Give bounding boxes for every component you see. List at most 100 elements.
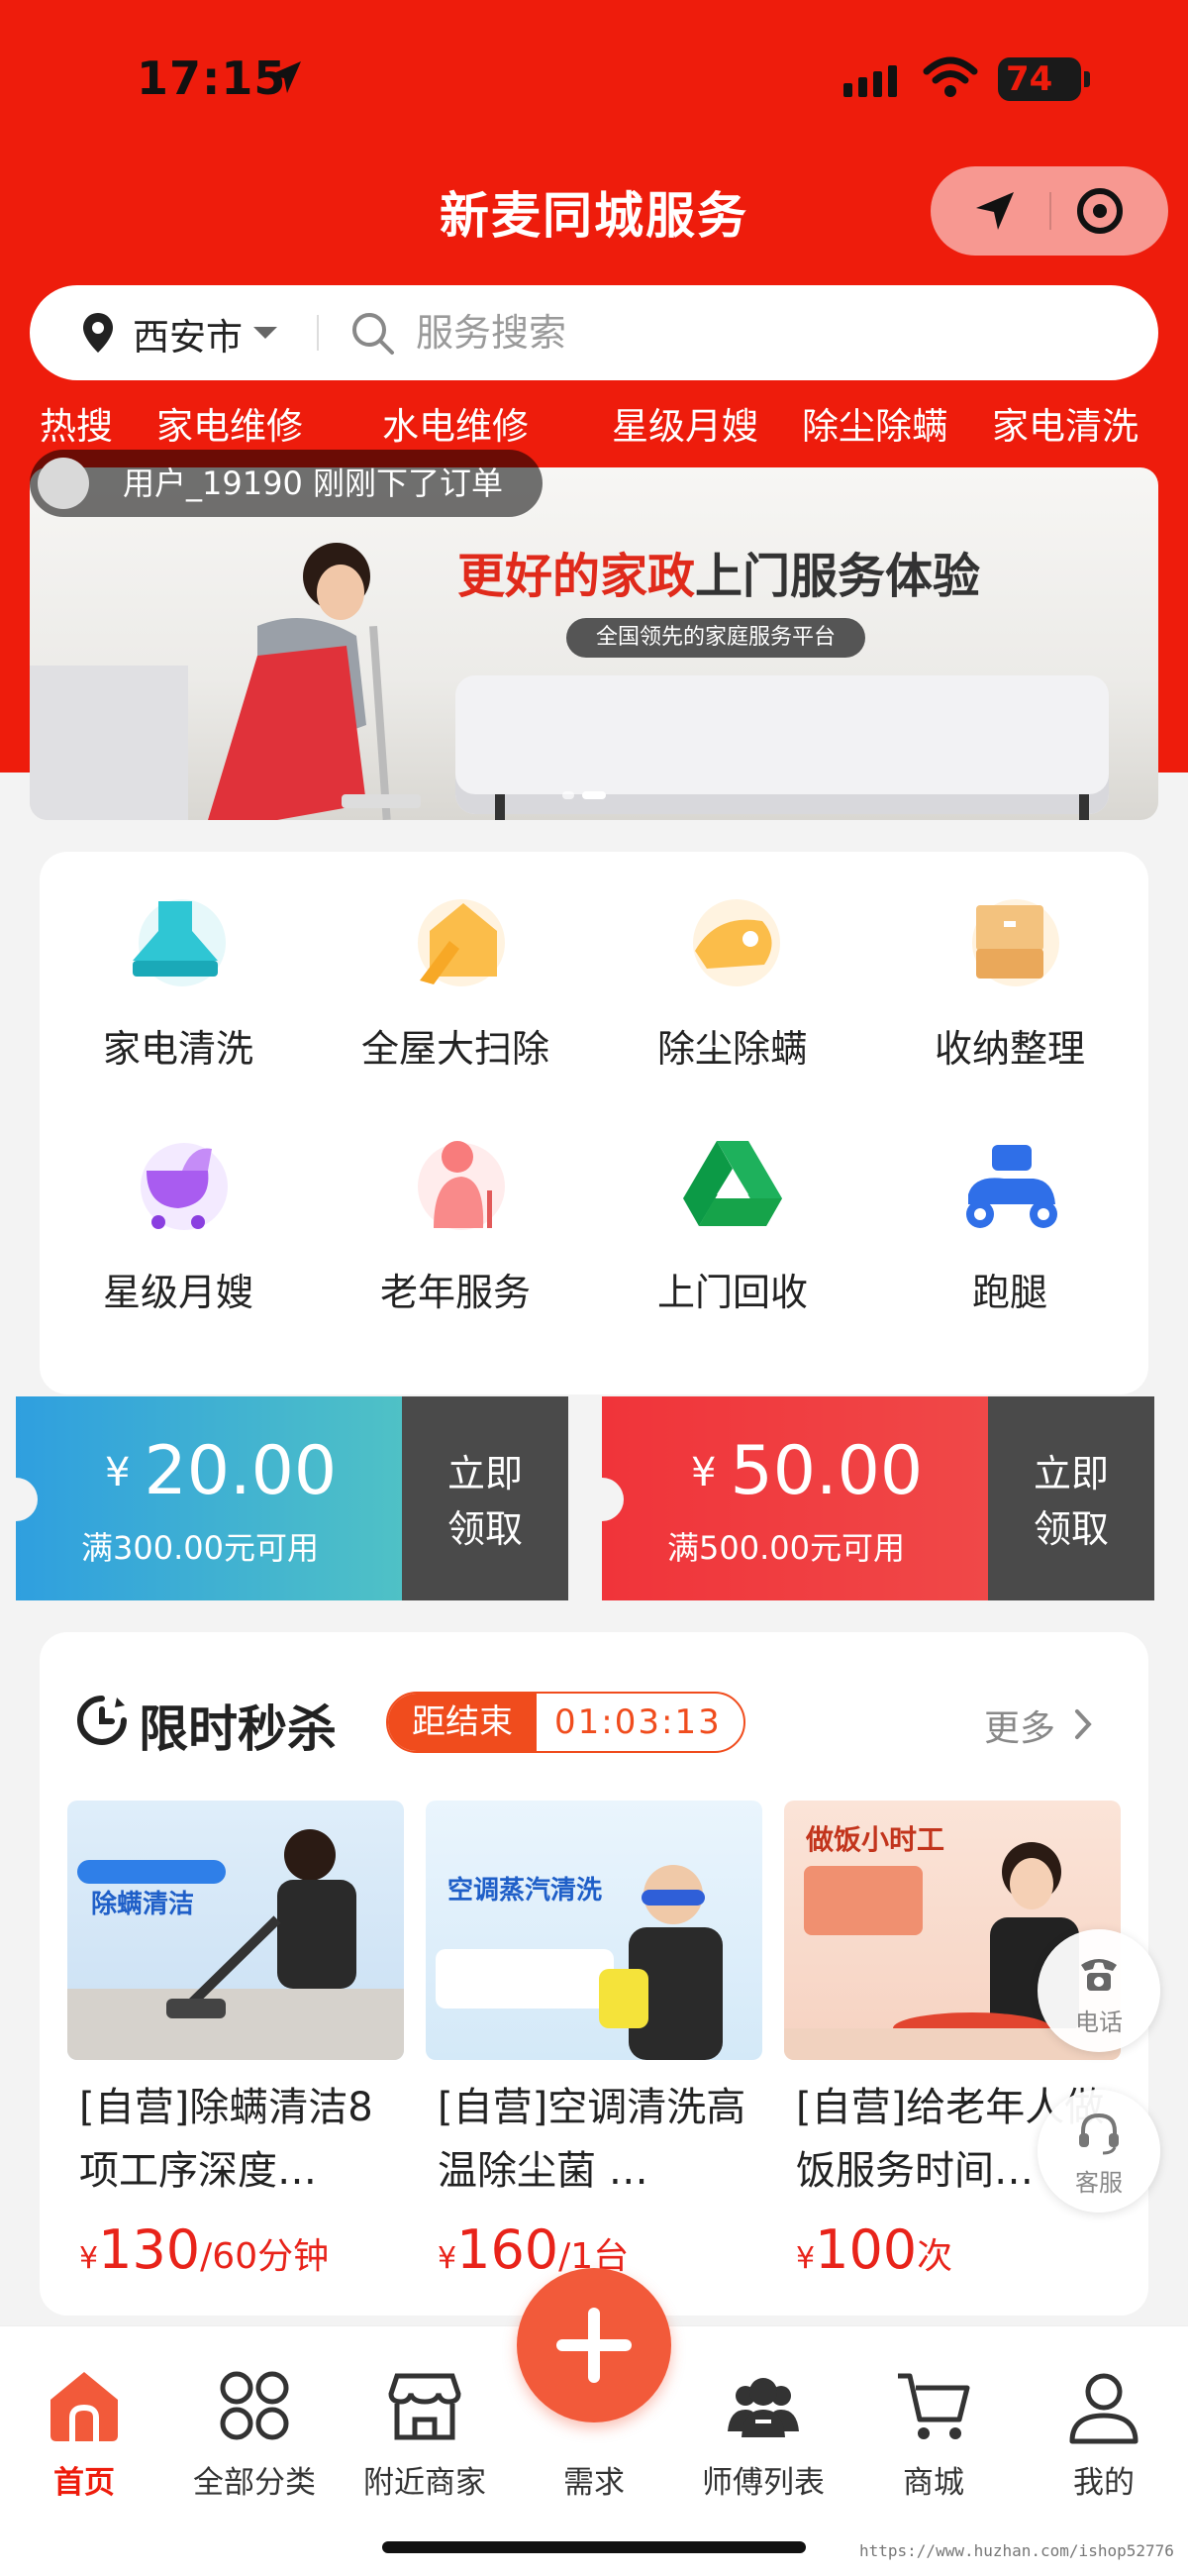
hot-tag[interactable]: 除尘除螨 [802, 396, 948, 450]
search-bar[interactable]: 西安市 [30, 285, 1158, 380]
category-item[interactable]: 全屋大扫除 [317, 852, 594, 1089]
map-pin-icon[interactable] [81, 311, 115, 355]
tab-home[interactable]: 首页 [0, 2366, 168, 2505]
user-icon [1069, 2373, 1138, 2444]
workers-icon [728, 2378, 799, 2437]
coupon-value-area: ¥50.00 满500.00元可用 [602, 1396, 988, 1600]
tab-profile[interactable]: 我的 [1020, 2366, 1188, 2505]
tab-label: 商城 [903, 2465, 964, 2501]
category-item[interactable]: 收纳整理 [871, 852, 1148, 1089]
product-card[interactable]: 空调蒸汽清洗 [自营]空调清洗高温除尘菌 … ¥160/1台 [426, 1801, 762, 2306]
banner-sofa-leg [495, 794, 505, 820]
city-selector[interactable]: 西安市 [133, 307, 243, 361]
shop-icon [388, 2373, 461, 2440]
product-illustration [436, 1865, 723, 2060]
hot-tag[interactable]: 家电维修 [156, 396, 303, 450]
carousel-dots [562, 784, 614, 803]
headset-icon [1079, 2112, 1119, 2155]
banner-sofa-image [455, 675, 1109, 814]
countdown-label: 距结束 [388, 1694, 537, 1751]
battery-icon: 74 [998, 57, 1090, 101]
tab-label: 首页 [53, 2465, 115, 2501]
recycle-icon [683, 1141, 782, 1226]
product-price: ¥130/60分钟 [79, 2218, 330, 2281]
home-icon [50, 2372, 118, 2441]
category-label: 跑腿 [971, 1271, 1047, 1314]
claim-coupon-button[interactable]: 立即 领取 [988, 1396, 1154, 1600]
claim-button-label: 领取 [1033, 1507, 1109, 1551]
more-link[interactable]: 更多 [984, 1700, 1055, 1751]
coupon-amount: ¥20.00 [105, 1432, 338, 1510]
category-label: 收纳整理 [934, 1027, 1085, 1071]
avatar [38, 458, 89, 509]
category-item[interactable]: 跑腿 [871, 1095, 1148, 1333]
chevron-down-icon[interactable] [253, 327, 277, 339]
mini-program-capsule[interactable] [931, 166, 1168, 256]
category-label: 星级月嫂 [102, 1271, 253, 1314]
tab-nearby-shops[interactable]: 附近商家 [341, 2366, 509, 2505]
status-bar: 17:15 74 [0, 0, 1188, 158]
tab-label: 我的 [1073, 2465, 1135, 2501]
wifi-icon [923, 56, 978, 97]
home-indicator [382, 2541, 806, 2553]
product-illustration [67, 1829, 404, 2060]
coupon-value-area: ¥20.00 满300.00元可用 [16, 1396, 402, 1600]
phone-icon [1081, 1959, 1117, 1991]
category-label: 家电清洗 [102, 1027, 253, 1071]
search-input[interactable] [416, 305, 1109, 361]
product-image: 空调蒸汽清洗 [426, 1801, 762, 2060]
range-hood-icon [133, 899, 226, 986]
category-grid: 家电清洗 全屋大扫除 除尘除螨 收纳整理 星级月嫂 老年服务 上门回收 跑腿 [40, 852, 1148, 1394]
coupon-condition: 满500.00元可用 [667, 1529, 905, 1567]
hot-tag[interactable]: 家电清洗 [992, 396, 1138, 450]
category-item[interactable]: 星级月嫂 [40, 1095, 317, 1333]
product-card[interactable]: 做饭小时工 [自营]给老年人做饭服务时间… ¥100次 [784, 1801, 1121, 2306]
chevron-right-icon[interactable] [1073, 1707, 1093, 1741]
product-name: [自营]空调清洗高温除尘菌 … [438, 2085, 746, 2194]
close-target-icon[interactable] [1077, 188, 1123, 234]
broom-house-icon [418, 899, 505, 986]
category-label: 上门回收 [656, 1271, 808, 1314]
banner-headline-rest: 上门服务体验 [695, 549, 981, 604]
customer-service-button[interactable]: 客服 [1038, 2090, 1160, 2213]
countdown-timer: 距结束 01:03:13 [386, 1692, 745, 1753]
clock-icon [77, 1696, 127, 1745]
banner-headline: 更好的家政上门服务体验 [457, 537, 980, 606]
vacuum-icon [693, 899, 780, 986]
claim-coupon-button[interactable]: 立即 领取 [402, 1396, 568, 1600]
search-icon [352, 313, 394, 355]
cleaner-woman-image [208, 543, 421, 820]
post-request-button[interactable] [517, 2268, 671, 2422]
coupon-card[interactable]: ¥20.00 满300.00元可用 立即 领取 [16, 1396, 568, 1600]
hot-search-row: 热搜 家电维修 水电维修 星级月嫂 除尘除螨 家电清洗 [0, 396, 1188, 452]
category-label: 除尘除螨 [656, 1027, 808, 1071]
promo-banner[interactable]: 更好的家政上门服务体验 全国领先的家庭服务平台 [30, 467, 1158, 820]
storage-box-icon [972, 899, 1059, 986]
category-item[interactable]: 老年服务 [317, 1095, 594, 1333]
claim-button-label: 立即 [446, 1452, 523, 1495]
capsule-divider [1049, 192, 1051, 230]
coupon-card[interactable]: ¥50.00 满500.00元可用 立即 领取 [602, 1396, 1154, 1600]
watermark: https://www.huzhan.com/ishop52776 [859, 2541, 1174, 2560]
tab-label: 全部分类 [193, 2465, 316, 2501]
hot-tag[interactable]: 星级月嫂 [612, 396, 758, 450]
navigation-arrow-icon[interactable] [972, 188, 1018, 234]
tab-worker-list[interactable]: 师傅列表 [679, 2366, 847, 2505]
category-item[interactable]: 上门回收 [594, 1095, 871, 1333]
product-image: 除螨清洁 [67, 1801, 404, 2060]
tab-label: 师傅列表 [702, 2465, 825, 2501]
product-name: [自营]除螨清洁8项工序深度… [79, 2085, 373, 2194]
product-card[interactable]: 除螨清洁 [自营]除螨清洁8项工序深度… ¥130/60分钟 [67, 1801, 404, 2306]
cart-icon [898, 2373, 970, 2439]
product-price: ¥100次 [796, 2218, 953, 2281]
category-item[interactable]: 除尘除螨 [594, 852, 871, 1089]
search-divider [317, 315, 319, 351]
tab-all-categories[interactable]: 全部分类 [170, 2366, 339, 2505]
status-time: 17:15 [137, 52, 287, 105]
category-item[interactable]: 家电清洗 [40, 852, 317, 1089]
tab-mall[interactable]: 商城 [849, 2366, 1018, 2505]
coupon-amount: ¥50.00 [691, 1432, 924, 1510]
phone-button[interactable]: 电话 [1038, 1929, 1160, 2052]
hot-tag[interactable]: 水电维修 [382, 396, 529, 450]
banner-sofa-leg [1079, 794, 1089, 820]
